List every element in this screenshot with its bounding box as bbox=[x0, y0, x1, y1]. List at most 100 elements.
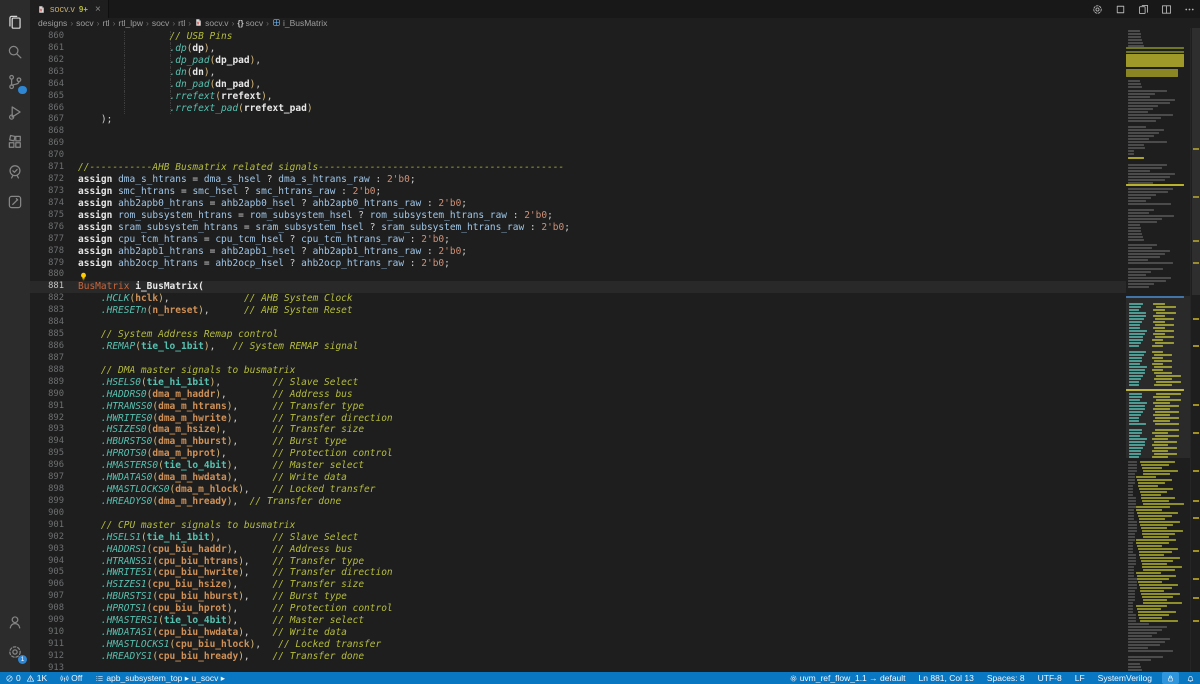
code-line[interactable]: 902 .HSELS1(tie_hi_1bit), // Slave Selec… bbox=[30, 532, 1128, 544]
code-line[interactable]: 890 .HADDRS0(dma_m_haddr), // Address bu… bbox=[30, 389, 1128, 401]
eol-status[interactable]: LF bbox=[1070, 672, 1093, 684]
code-line[interactable]: 910 .HWDATAS1(cpu_biu_hwdata), // Write … bbox=[30, 627, 1128, 639]
minimap-slider[interactable] bbox=[1126, 296, 1190, 458]
overview-ruler-mark bbox=[1193, 404, 1199, 406]
explorer-icon[interactable] bbox=[0, 8, 30, 36]
code-editor[interactable]: 860 // USB Pins861 .dp(dp),862 .dp_pad(d… bbox=[30, 28, 1200, 672]
open-changes-icon[interactable] bbox=[1136, 2, 1150, 16]
code-line[interactable]: 868 bbox=[30, 126, 1128, 138]
code-line[interactable]: 896 .HMASTERS0(tie_lo_4bit), // Master s… bbox=[30, 460, 1128, 472]
code-line[interactable]: 888 // DMA master signals to busmatrix bbox=[30, 365, 1128, 377]
source-control-icon[interactable] bbox=[0, 68, 30, 96]
problems-status[interactable]: 01K bbox=[0, 672, 55, 684]
code-line[interactable]: 884 bbox=[30, 317, 1128, 329]
minimap[interactable] bbox=[1126, 28, 1190, 672]
code-line[interactable]: 865 .rrefext(rrefext), bbox=[30, 91, 1128, 103]
notifications-bell[interactable] bbox=[1181, 672, 1200, 684]
code-line[interactable]: 893 .HSIZES0(dma_m_hsize), // Transfer s… bbox=[30, 424, 1128, 436]
code-line[interactable]: 880 bbox=[30, 269, 1128, 281]
code-line[interactable]: 861 .dp(dp), bbox=[30, 43, 1128, 55]
accounts-icon[interactable] bbox=[0, 608, 30, 636]
code-line[interactable]: 887 bbox=[30, 353, 1128, 365]
testing-icon[interactable] bbox=[0, 158, 30, 186]
breadcrumb-label: rtl bbox=[178, 18, 185, 28]
toggle-layout-icon[interactable] bbox=[1113, 2, 1127, 16]
code-line[interactable]: 911 .HMASTLOCKS1(cpu_biu_hlock), // Lock… bbox=[30, 639, 1128, 651]
code-line[interactable]: 862 .dp_pad(dp_pad), bbox=[30, 55, 1128, 67]
code-line[interactable]: 870 bbox=[30, 150, 1128, 162]
cursor-position-status[interactable]: Ln 881, Col 13 bbox=[914, 672, 982, 684]
code-line[interactable]: 886 .REMAP(tie_lo_1bit), // System REMAP… bbox=[30, 341, 1128, 353]
breadcrumb-item-designs[interactable]: designs bbox=[38, 18, 67, 28]
code-line[interactable]: 876assign sram_subsystem_htrans = sram_s… bbox=[30, 222, 1128, 234]
code-line[interactable]: 898 .HMASTLOCKS0(dma_m_hlock), // Locked… bbox=[30, 484, 1128, 496]
code-line[interactable]: 863 .dn(dn), bbox=[30, 67, 1128, 79]
code-line[interactable]: 891 .HTRANSS0(dma_m_htrans), // Transfer… bbox=[30, 401, 1128, 413]
code-line[interactable]: 897 .HWDATAS0(dma_m_hwdata), // Write da… bbox=[30, 472, 1128, 484]
code-line[interactable]: 906 .HSIZES1(cpu_biu_hsize), // Transfer… bbox=[30, 579, 1128, 591]
breadcrumb-separator: › bbox=[266, 18, 269, 28]
code-line[interactable]: 899 .HREADYS0(dma_m_hready), // Transfer… bbox=[30, 496, 1128, 508]
encoding-status[interactable]: UTF-8 bbox=[1033, 672, 1070, 684]
code-line[interactable]: 904 .HTRANSS1(cpu_biu_htrans), // Transf… bbox=[30, 556, 1128, 568]
code-line[interactable]: 892 .HWRITES0(dma_m_hwrite), // Transfer… bbox=[30, 413, 1128, 425]
settings-icon[interactable] bbox=[1090, 2, 1104, 16]
code-line[interactable]: 903 .HADDRS1(cpu_biu_haddr), // Address … bbox=[30, 544, 1128, 556]
settings-icon[interactable]: 1 bbox=[0, 638, 30, 666]
trust-lock-status[interactable] bbox=[1162, 672, 1179, 684]
broadcast-status[interactable]: Off bbox=[55, 672, 90, 684]
code-line[interactable]: 901 // CPU master signals to busmatrix bbox=[30, 520, 1128, 532]
code-line[interactable]: 881BusMatrix i_BusMatrix( bbox=[30, 281, 1128, 293]
search-icon[interactable] bbox=[0, 38, 30, 66]
code-line[interactable]: 883 .HRESETn(n_hreset), // AHB System Re… bbox=[30, 305, 1128, 317]
code-line[interactable]: 912 .HREADYS1(cpu_biu_hready), // Transf… bbox=[30, 651, 1128, 663]
close-icon[interactable]: × bbox=[95, 4, 101, 15]
code-line[interactable]: 877assign cpu_tcm_htrans = cpu_tcm_hsel … bbox=[30, 234, 1128, 246]
code-line[interactable]: 871//-----------AHB Busmatrix related si… bbox=[30, 162, 1128, 174]
breadcrumb-item-socv-v[interactable]: socv.v bbox=[194, 18, 228, 28]
code-line[interactable]: 879assign ahb2ocp_htrans = ahb2ocp_hsel … bbox=[30, 258, 1128, 270]
code-line[interactable]: 878assign ahb2apb1_htrans = ahb2apb1_hse… bbox=[30, 246, 1128, 258]
code-line[interactable]: 864 .dn_pad(dn_pad), bbox=[30, 79, 1128, 91]
minimap-line bbox=[1128, 120, 1156, 122]
code-line[interactable]: 905 .HWRITES1(cpu_biu_hwrite), // Transf… bbox=[30, 567, 1128, 579]
run-debug-icon[interactable] bbox=[0, 98, 30, 126]
split-editor-icon[interactable] bbox=[1159, 2, 1173, 16]
code-line[interactable]: 875assign rom_subsystem_htrans = rom_sub… bbox=[30, 210, 1128, 222]
code-line[interactable]: 872assign dma_s_htrans = dma_s_hsel ? dm… bbox=[30, 174, 1128, 186]
hierarchy-status[interactable]: apb_subsystem_top ▸ u_socv ▸ bbox=[90, 672, 233, 684]
extensions-icon[interactable] bbox=[0, 128, 30, 156]
code-line[interactable]: 908 .HPROTS1(cpu_biu_hprot), // Protecti… bbox=[30, 603, 1128, 615]
minimap-line bbox=[1128, 509, 1134, 511]
code-line[interactable]: 900 bbox=[30, 508, 1128, 520]
code-line[interactable]: 889 .HSELS0(tie_hi_1bit), // Slave Selec… bbox=[30, 377, 1128, 389]
code-line[interactable]: 866 .rrefext_pad(rrefext_pad) bbox=[30, 103, 1128, 115]
breadcrumb-item-rtl[interactable]: rtl bbox=[178, 18, 185, 28]
notebook-icon[interactable] bbox=[0, 188, 30, 216]
code-line[interactable]: 885 // System Address Remap control bbox=[30, 329, 1128, 341]
code-line[interactable]: 874assign ahb2apb0_htrans = ahb2apb0_hse… bbox=[30, 198, 1128, 210]
breadcrumb-item-socv[interactable]: socv bbox=[152, 18, 169, 28]
code-line[interactable]: 873assign smc_htrans = smc_hsel ? smc_ht… bbox=[30, 186, 1128, 198]
code-line[interactable]: 867 ); bbox=[30, 114, 1128, 126]
breadcrumb-item-rtl[interactable]: rtl bbox=[102, 18, 109, 28]
indentation-status[interactable]: Spaces: 8 bbox=[982, 672, 1033, 684]
breadcrumb-item-rtl-lpw[interactable]: rtl_lpw bbox=[118, 18, 143, 28]
code-line[interactable]: 909 .HMASTERS1(tie_lo_4bit), // Master s… bbox=[30, 615, 1128, 627]
code-line[interactable]: 895 .HPROTS0(dma_m_hprot), // Protection… bbox=[30, 448, 1128, 460]
tab-socv[interactable]: socv.v 9+ × bbox=[30, 0, 109, 18]
code-line[interactable]: 869 bbox=[30, 138, 1128, 150]
code-line[interactable]: 860 // USB Pins bbox=[30, 31, 1128, 43]
code-line[interactable]: 882 .HCLK(hclk), // AHB System Clock bbox=[30, 293, 1128, 305]
code-line[interactable]: 907 .HBURSTS1(cpu_biu_hburst), // Burst … bbox=[30, 591, 1128, 603]
breadcrumb-item-socv[interactable]: socv bbox=[76, 18, 93, 28]
scrollbar-thumb[interactable] bbox=[1192, 28, 1200, 295]
breadcrumb-item-socv[interactable]: {}socv bbox=[237, 18, 263, 28]
breadcrumb-item-i-busmatrix[interactable]: i_BusMatrix bbox=[272, 18, 327, 28]
language-status[interactable]: SystemVerilog bbox=[1093, 672, 1160, 684]
more-actions-icon[interactable] bbox=[1182, 2, 1196, 16]
code-line[interactable]: 894 .HBURSTS0(dma_m_hburst), // Burst ty… bbox=[30, 436, 1128, 448]
lightbulb-icon[interactable] bbox=[78, 269, 89, 280]
code-line[interactable]: 913 bbox=[30, 663, 1128, 672]
config-status[interactable]: uvm_ref_flow_1.1 → default bbox=[784, 672, 914, 684]
